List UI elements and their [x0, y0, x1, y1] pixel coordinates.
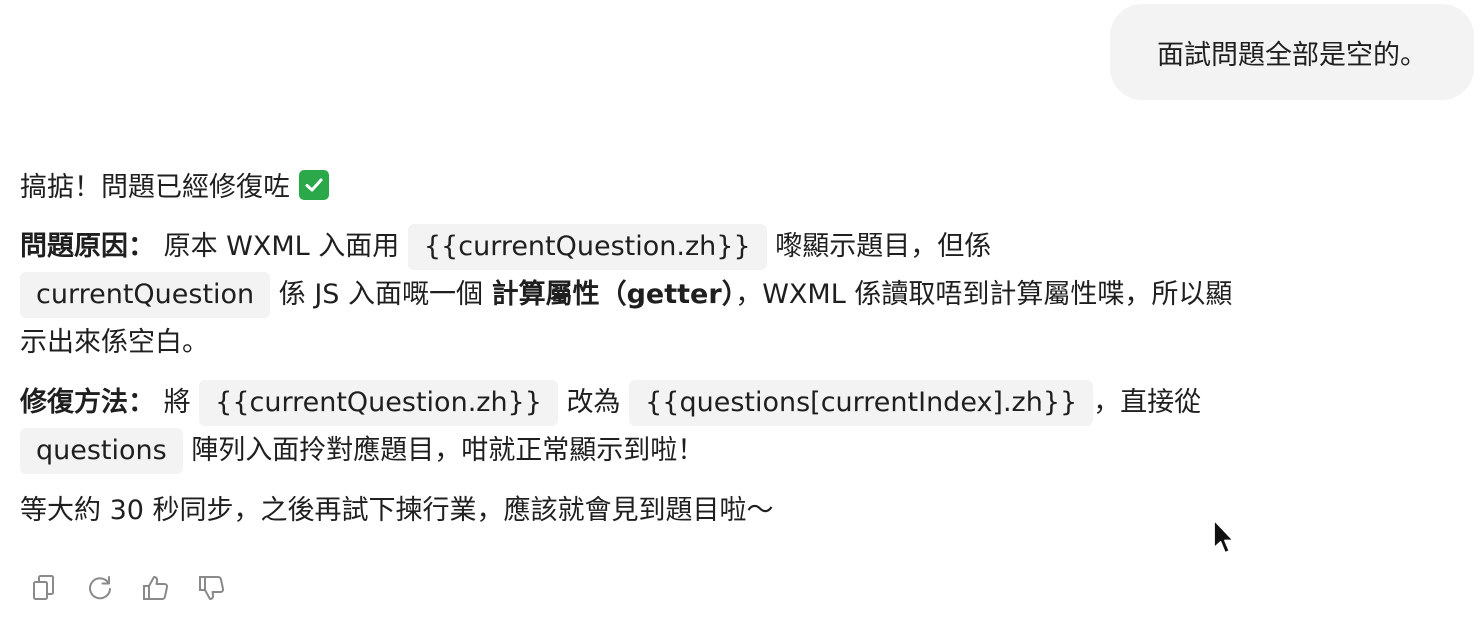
reply-status-text: 搞掂！問題已經修復咗 — [20, 172, 290, 203]
inline-code: currentQuestion — [20, 272, 271, 318]
bold-text: 計算屬性（getter） — [491, 279, 736, 310]
fix-label: 修復方法： — [20, 387, 155, 418]
closing-paragraph: 等大約 30 秒同步，之後再試下揀行業，應該就會見到題目啦～ — [20, 487, 1240, 535]
user-message-bubble: 面試問題全部是空的。 — [1110, 4, 1474, 100]
closing-text: 等大約 30 秒同步，之後再試下揀行業，應該就會見到題目啦～ — [20, 495, 774, 526]
cause-label: 問題原因： — [20, 231, 155, 262]
inline-code: {{questions[currentIndex].zh}} — [629, 380, 1094, 426]
thumbs-down-icon — [199, 576, 225, 600]
fix-text-3: ，直接從 — [1093, 387, 1202, 418]
copy-button[interactable] — [30, 572, 58, 604]
reply-status-line: 搞掂！問題已經修復咗 — [20, 164, 1240, 212]
inline-code: {{currentQuestion.zh}} — [199, 380, 558, 426]
check-mark-icon — [298, 170, 329, 200]
cause-text-3: 係 JS 入面嘅一個 — [270, 279, 492, 310]
fix-paragraph: 修復方法： 將 {{currentQuestion.zh}} 改為 {{ques… — [20, 379, 1240, 475]
user-message-text: 面試問題全部是空的。 — [1157, 39, 1427, 71]
copy-icon — [33, 575, 54, 600]
regenerate-icon — [89, 576, 111, 600]
inline-code: {{currentQuestion.zh}} — [407, 224, 767, 270]
thumbs-up-icon — [143, 576, 169, 600]
inline-code: questions — [20, 428, 183, 474]
assistant-reply: 搞掂！問題已經修復咗 問題原因： 原本 WXML 入面用 {{currentQu… — [20, 164, 1240, 547]
cause-text-2: 嚟顯示題目，但係 — [766, 231, 992, 262]
fix-text-2: 改為 — [557, 387, 630, 418]
mouse-cursor-icon — [1213, 519, 1235, 554]
cause-text-1: 原本 WXML 入面用 — [155, 231, 408, 262]
cause-paragraph: 問題原因： 原本 WXML 入面用 {{currentQuestion.zh}}… — [20, 223, 1240, 367]
message-actions — [30, 572, 226, 604]
thumbs-up-button[interactable] — [142, 572, 170, 604]
fix-text-1: 將 — [155, 387, 200, 418]
fix-text-4: 陣列入面拎對應題目，咁就正常顯示到啦！ — [182, 435, 705, 466]
thumbs-down-button[interactable] — [198, 572, 226, 604]
regenerate-button[interactable] — [86, 572, 114, 604]
